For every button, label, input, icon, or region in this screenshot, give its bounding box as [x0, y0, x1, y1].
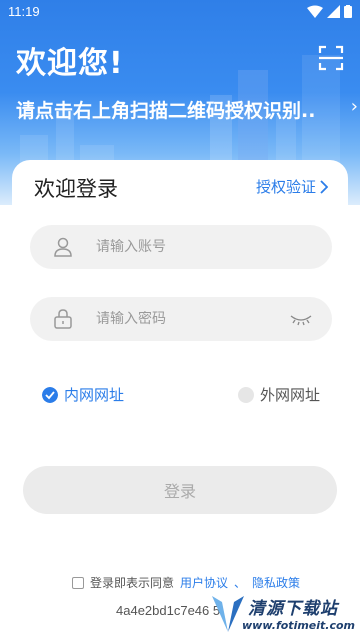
- status-time: 11:19: [8, 4, 40, 19]
- radio-intranet[interactable]: 内网网址: [42, 384, 124, 405]
- device-id: 4a4e2bd1c7e46 5: [116, 603, 221, 618]
- eye-closed-icon[interactable]: [290, 311, 312, 327]
- auth-verify-link[interactable]: 授权验证: [256, 176, 328, 197]
- network-type-selector: 内网网址 外网网址: [42, 384, 332, 406]
- welcome-title: 欢迎您!: [16, 46, 124, 81]
- scan-icon: [318, 45, 344, 71]
- lock-icon: [54, 309, 72, 329]
- agreement-row: 登录即表示同意 用户协议、隐私政策: [72, 574, 300, 591]
- watermark-title: 清源下载站: [248, 599, 338, 619]
- user-icon: [54, 237, 72, 257]
- radio-intranet-label: 内网网址: [64, 386, 125, 404]
- watermark-logo: [212, 596, 244, 632]
- chevron-right-icon: [320, 179, 328, 194]
- login-card: 欢迎登录 授权验证 内网网址 外网网址 登录 登录: [12, 160, 348, 640]
- check-circle-icon: [42, 386, 58, 403]
- agreement-separator: 、: [234, 576, 247, 590]
- user-agreement-link[interactable]: 用户协议: [180, 574, 228, 591]
- password-field[interactable]: [30, 297, 332, 341]
- chevron-right-icon[interactable]: ›: [351, 96, 358, 117]
- account-field[interactable]: [30, 225, 332, 269]
- account-input[interactable]: [96, 239, 276, 255]
- privacy-policy-link[interactable]: 隐私政策: [252, 574, 300, 591]
- radio-internet[interactable]: 外网网址: [238, 384, 320, 405]
- radio-unchecked-icon: [238, 386, 254, 403]
- login-button[interactable]: 登录: [23, 466, 337, 514]
- scan-hint-text[interactable]: 请点击右上角扫描二维码授权识别..: [16, 96, 336, 123]
- agreement-prefix: 登录即表示同意: [90, 576, 175, 590]
- watermark: 清源下载站 www.fotimeit.com: [208, 592, 358, 638]
- scan-button[interactable]: [318, 45, 344, 71]
- status-bar: 11:19: [0, 0, 360, 24]
- status-icons: [307, 5, 352, 18]
- battery-icon: [344, 5, 352, 18]
- login-title: 欢迎登录: [34, 177, 118, 201]
- watermark-url: www.fotimeit.com: [242, 619, 356, 632]
- auth-verify-label: 授权验证: [255, 178, 316, 196]
- agreement-checkbox[interactable]: [72, 576, 84, 589]
- signal-icon: [327, 5, 340, 18]
- wifi-icon: [307, 5, 323, 18]
- radio-internet-label: 外网网址: [260, 386, 321, 404]
- password-input[interactable]: [96, 311, 276, 327]
